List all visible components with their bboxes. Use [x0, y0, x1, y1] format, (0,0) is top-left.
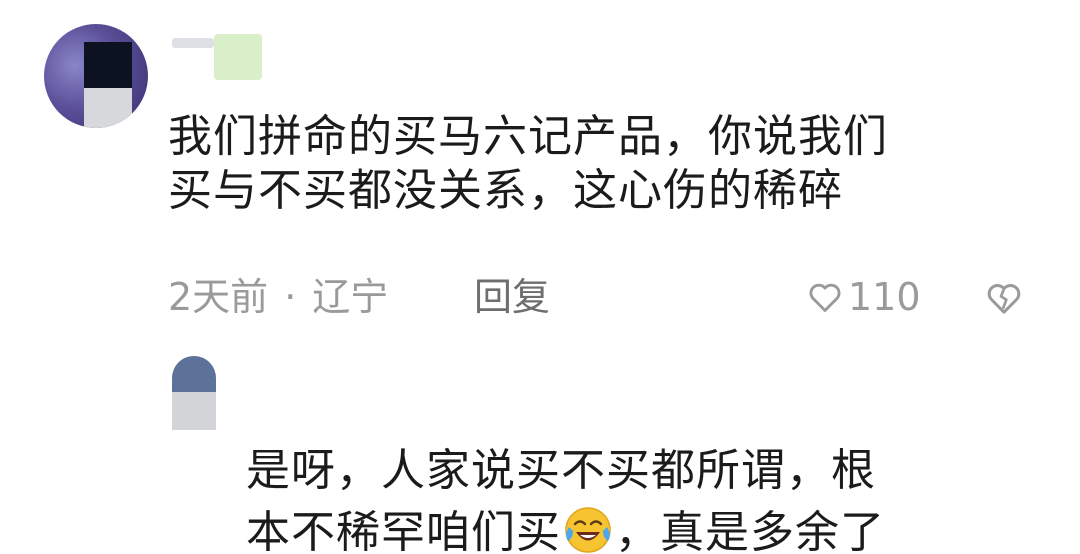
- avatar-mosaic: [84, 42, 132, 88]
- heart-outline-icon: [809, 283, 841, 312]
- reply-avatar[interactable]: [172, 356, 216, 430]
- reply-text-segment: ，真是多余了: [615, 507, 885, 554]
- comment-thread: 我们拼命的买马六记产品，你说我们 买与不买都没关系，这心伤的稀碎 2天前 · 辽…: [0, 0, 1080, 554]
- comment-text-line: 买与不买都没关系，这心伤的稀碎: [168, 165, 843, 216]
- laughing-tears-emoji-icon: [565, 507, 611, 553]
- comment-meta: 2天前 · 辽宁: [168, 272, 388, 322]
- reply-text-segment: 本不稀罕咱们买: [246, 507, 561, 554]
- username-redacted[interactable]: [172, 32, 264, 82]
- broken-heart-icon[interactable]: [984, 278, 1024, 318]
- comment-text-line: 我们拼命的买马六记产品，你说我们: [168, 111, 888, 162]
- meta-separator: ·: [284, 275, 297, 319]
- username-mosaic: [214, 34, 262, 80]
- reply-text-line: 是呀，人家说买不买都所谓，根: [246, 445, 876, 496]
- avatar-mosaic: [172, 392, 216, 430]
- like-button[interactable]: 110: [806, 272, 921, 322]
- comment-location: 辽宁: [312, 275, 389, 319]
- reply-button[interactable]: 回复: [474, 272, 550, 322]
- comment-time: 2天前: [168, 275, 269, 319]
- avatar[interactable]: [44, 24, 148, 128]
- reply-text: 是呀，人家说买不买都所谓，根 本不稀罕咱们买 ，真是多余了: [246, 440, 1026, 554]
- username-mosaic: [172, 38, 214, 48]
- avatar-mosaic: [172, 356, 216, 392]
- like-count: 110: [848, 275, 921, 319]
- comment-text: 我们拼命的买马六记产品，你说我们 买与不买都没关系，这心伤的稀碎: [168, 110, 1048, 218]
- avatar-mosaic: [84, 88, 132, 128]
